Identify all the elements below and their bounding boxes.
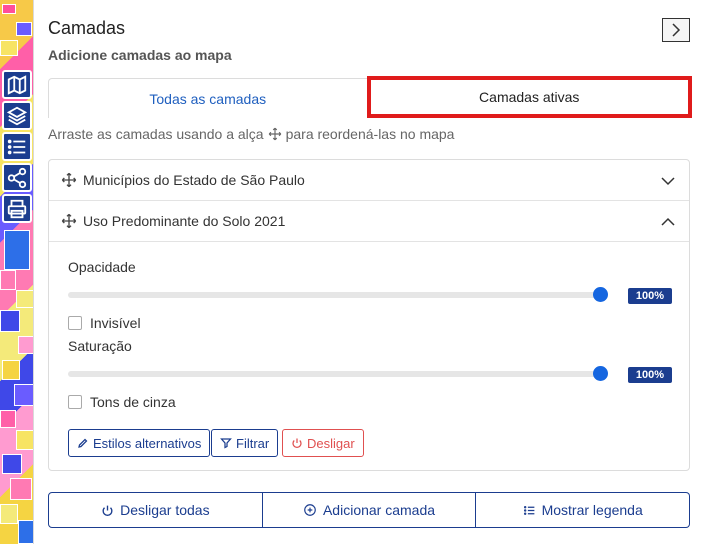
invisible-label: Invisível xyxy=(90,315,141,331)
tab-all-layers[interactable]: Todas as camadas xyxy=(49,79,367,118)
invisible-checkbox[interactable] xyxy=(68,316,82,330)
layers-tool-button[interactable] xyxy=(2,101,32,130)
grayscale-label: Tons de cinza xyxy=(90,394,176,410)
list-icon xyxy=(7,139,26,154)
pencil-icon xyxy=(78,438,88,448)
filter-label: Filtrar xyxy=(236,435,270,451)
grayscale-checkbox[interactable] xyxy=(68,395,82,409)
power-icon xyxy=(102,505,113,516)
print-tool-button[interactable] xyxy=(2,194,32,223)
print-icon xyxy=(7,199,27,218)
saturation-label: Saturação xyxy=(68,338,132,354)
tab-active-layers[interactable]: Camadas ativas xyxy=(366,76,692,118)
power-icon xyxy=(292,438,302,449)
list-icon xyxy=(523,505,534,515)
layers-icon xyxy=(6,106,28,125)
disable-layer-button[interactable]: Desligar xyxy=(282,429,364,457)
add-layer-label: Adicionar camada xyxy=(322,502,436,518)
layer-tabs: Todas as camadas Camadas ativas xyxy=(48,76,692,118)
saturation-slider-handle[interactable] xyxy=(592,366,608,381)
filter-icon xyxy=(220,438,232,449)
chevron-down-icon[interactable] xyxy=(659,172,677,190)
move-handle-icon xyxy=(268,127,281,141)
disable-all-label: Desligar todas xyxy=(120,502,210,518)
share-icon xyxy=(7,167,27,188)
list-tool-button[interactable] xyxy=(2,132,32,161)
opacity-label: Opacidade xyxy=(68,259,136,275)
panel-footer-actions: Desligar todas Adicionar camada Mostrar … xyxy=(48,492,691,528)
plus-circle-icon xyxy=(304,504,316,516)
move-handle-icon[interactable] xyxy=(61,213,77,229)
opacity-slider[interactable] xyxy=(68,292,600,298)
layer-name: Municípios do Estado de São Paulo xyxy=(83,172,305,188)
add-layer-button[interactable]: Adicionar camada xyxy=(262,492,477,528)
layer-item-municipios[interactable]: Municípios do Estado de São Paulo xyxy=(49,160,689,201)
disable-all-button[interactable]: Desligar todas xyxy=(48,492,263,528)
opacity-value-badge: 100% xyxy=(628,288,672,304)
show-legend-button[interactable]: Mostrar legenda xyxy=(476,492,691,528)
alternative-styles-label: Estilos alternativos xyxy=(93,435,202,451)
map-tool-button[interactable] xyxy=(2,70,32,99)
opacity-slider-handle[interactable] xyxy=(592,287,608,302)
alternative-styles-button[interactable]: Estilos alternativos xyxy=(68,429,211,457)
share-tool-button[interactable] xyxy=(2,163,32,192)
move-handle-icon[interactable] xyxy=(61,172,77,188)
collapse-panel-button[interactable] xyxy=(662,18,690,42)
layer-name: Uso Predominante do Solo 2021 xyxy=(83,213,286,229)
active-layers-list: Municípios do Estado de São Paulo Uso Pr… xyxy=(48,159,690,471)
map-toolbar xyxy=(2,70,32,225)
layers-panel: Camadas Adicione camadas ao mapa Todas a… xyxy=(36,0,704,544)
drag-hint-before: Arraste as camadas usando a alça xyxy=(48,126,264,142)
layer-item-uso-solo[interactable]: Uso Predominante do Solo 2021 xyxy=(49,201,689,242)
chevron-right-icon xyxy=(672,23,681,37)
panel-subtitle: Adicione camadas ao mapa xyxy=(48,47,232,63)
drag-hint-after: para reordená-las no mapa xyxy=(285,126,455,142)
drag-hint: Arraste as camadas usando a alça para re… xyxy=(48,126,454,142)
chevron-up-icon[interactable] xyxy=(659,213,677,231)
map-icon xyxy=(7,74,27,95)
panel-title: Camadas xyxy=(48,18,126,38)
filter-button[interactable]: Filtrar xyxy=(211,429,279,457)
saturation-value-badge: 100% xyxy=(628,367,672,383)
saturation-slider[interactable] xyxy=(68,371,600,377)
disable-layer-label: Desligar xyxy=(307,435,355,451)
show-legend-label: Mostrar legenda xyxy=(541,502,643,518)
